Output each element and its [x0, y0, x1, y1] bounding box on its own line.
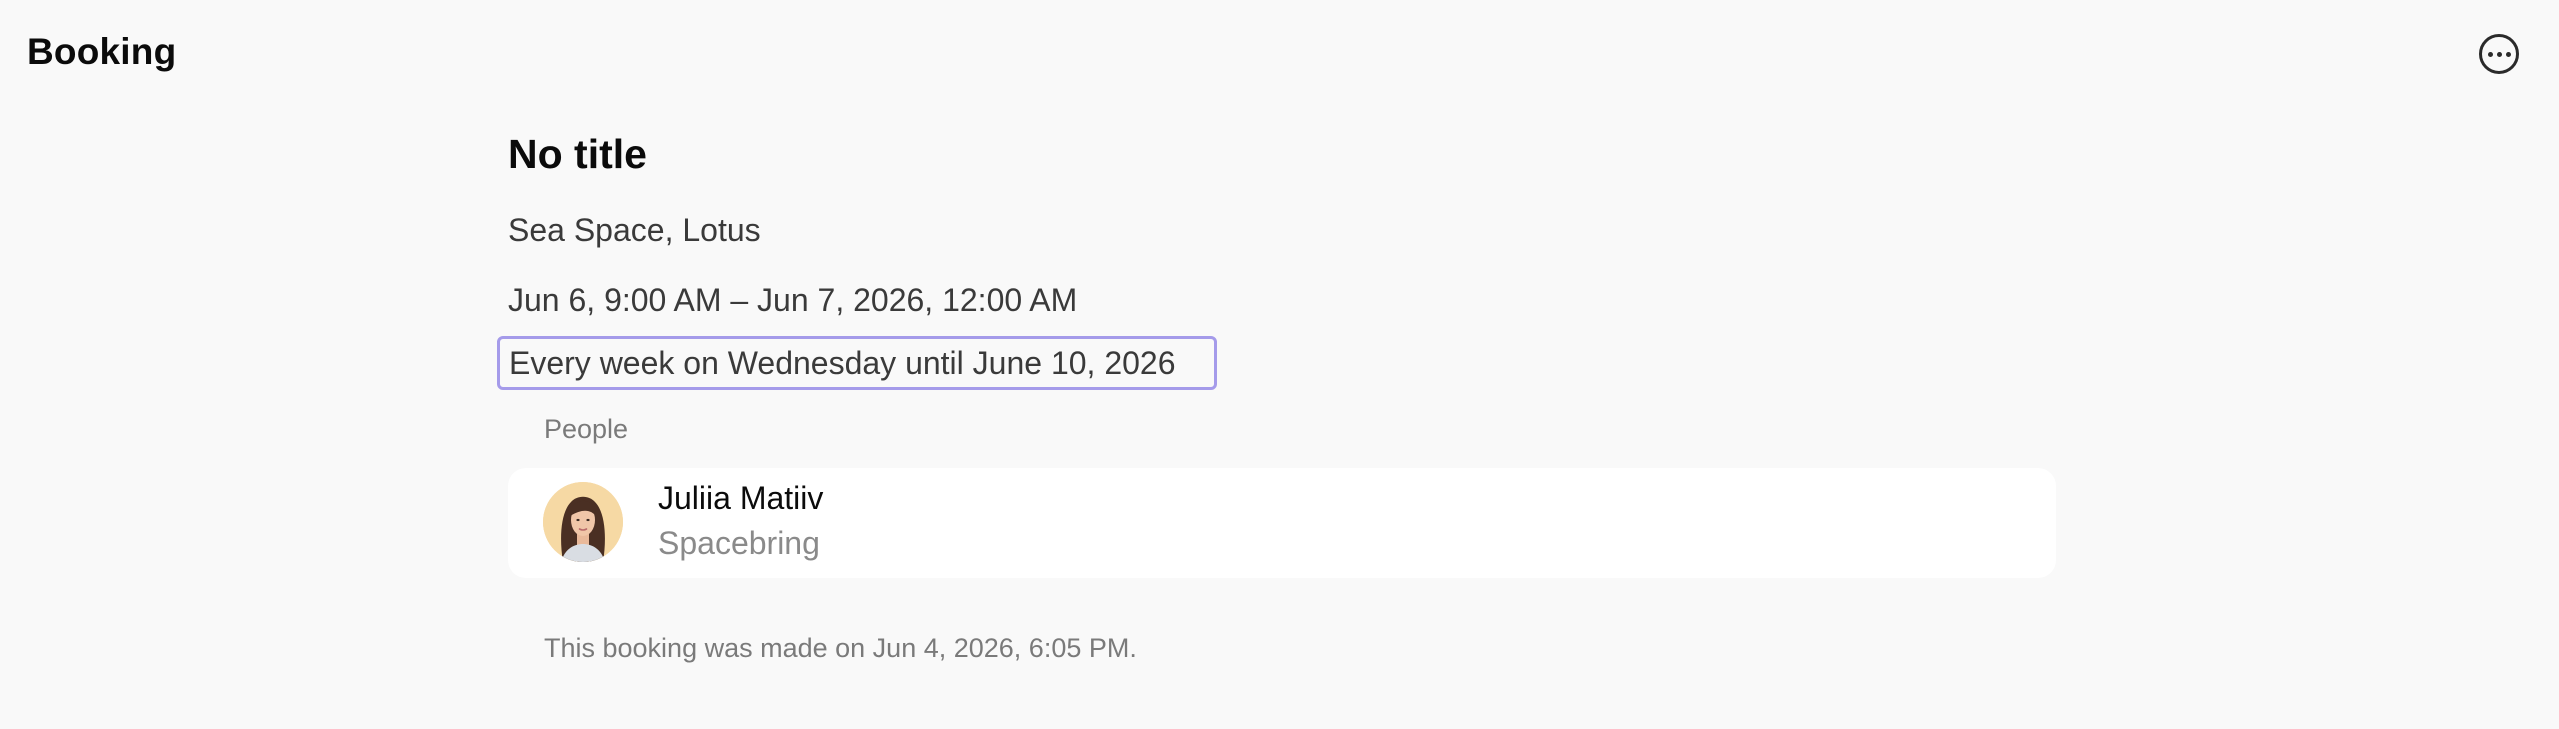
more-horizontal-circle-icon	[2487, 51, 2493, 57]
booking-title: No title	[508, 131, 647, 177]
booking-recurrence[interactable]: Every week on Wednesday until June 10, 2…	[497, 336, 1217, 390]
person-card[interactable]: Juliia Matiiv Spacebring	[508, 468, 2056, 578]
booking-datetime: Jun 6, 9:00 AM – Jun 7, 2026, 12:00 AM	[508, 282, 1078, 318]
page-title: Booking	[27, 31, 177, 72]
more-options-button[interactable]	[2479, 34, 2519, 74]
more-dot	[2496, 51, 2502, 57]
booking-location: Sea Space, Lotus	[508, 212, 761, 248]
more-dot	[2505, 51, 2511, 57]
booking-made-note: This booking was made on Jun 4, 2026, 6:…	[544, 633, 1137, 663]
avatar	[543, 482, 623, 562]
person-name: Juliia Matiiv	[658, 480, 824, 516]
person-company: Spacebring	[658, 525, 820, 561]
people-section-label: People	[544, 414, 629, 444]
